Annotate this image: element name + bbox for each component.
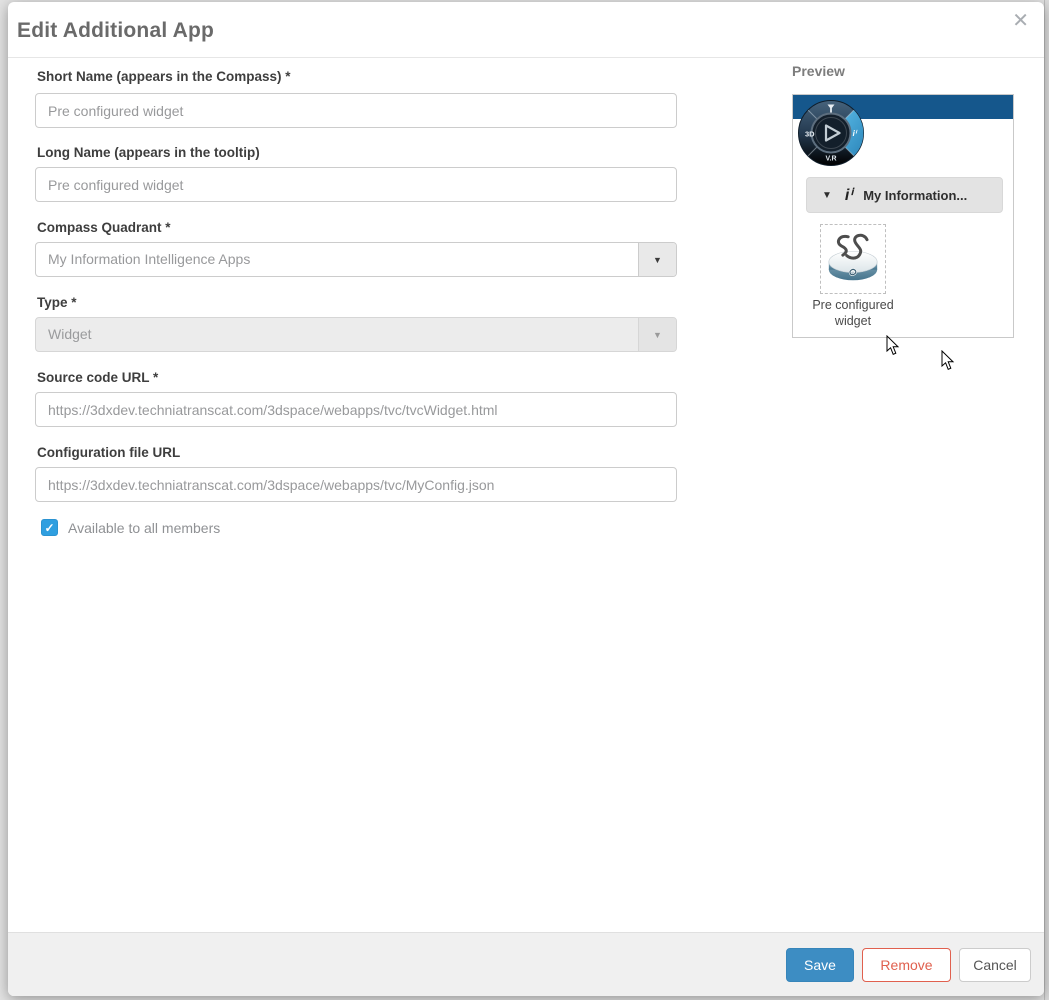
preview-title: Preview	[792, 63, 845, 79]
compass-quadrant-label: Compass Quadrant *	[37, 220, 171, 235]
source-code-url-input[interactable]	[35, 392, 677, 427]
chevron-down-icon: ▼	[822, 190, 832, 201]
information-intelligence-icon: iⁱ	[845, 185, 852, 205]
dialog-footer: Save Remove Cancel	[8, 932, 1044, 996]
type-select: Widget ▼	[35, 317, 677, 352]
long-name-label: Long Name (appears in the tooltip)	[37, 145, 260, 160]
type-label: Type *	[37, 295, 77, 310]
quadrant-dropdown-button[interactable]: ▼ iⁱ My Information...	[806, 177, 1003, 213]
available-to-all-members-label: Available to all members	[68, 520, 220, 536]
compass-quadrant-value: My Information Intelligence Apps	[36, 243, 638, 276]
configuration-file-url-label: Configuration file URL	[37, 445, 180, 460]
save-button[interactable]: Save	[786, 948, 854, 982]
mouse-cursor-icon	[941, 350, 955, 371]
mouse-cursor-icon	[886, 335, 900, 356]
widget-preview-slot[interactable]	[820, 224, 886, 294]
preview-panel: 3D V.R iⁱ ▼ iⁱ My Information...	[792, 94, 1014, 338]
compass-quadrant-select[interactable]: My Information Intelligence Apps ▼	[35, 242, 677, 277]
edit-additional-app-dialog: Edit Additional App ✕ Short Name (appear…	[8, 2, 1044, 996]
chevron-down-icon: ▼	[638, 318, 676, 351]
compass-west-label: 3D	[805, 130, 815, 139]
cancel-button[interactable]: Cancel	[959, 948, 1031, 982]
3dexperience-compass-icon: 3D V.R iⁱ	[798, 100, 864, 166]
source-code-url-label: Source code URL *	[37, 370, 158, 385]
type-value: Widget	[36, 318, 638, 351]
short-name-input[interactable]	[35, 93, 677, 128]
configuration-file-url-input[interactable]	[35, 467, 677, 502]
remove-button[interactable]: Remove	[862, 948, 951, 982]
dialog-title: Edit Additional App	[17, 19, 214, 43]
available-to-all-members-checkbox[interactable]: ✓	[41, 519, 58, 536]
close-icon[interactable]: ✕	[1012, 11, 1029, 31]
page-background-edge	[1044, 0, 1049, 1000]
widget-caption: Pre configured widget	[793, 298, 913, 329]
long-name-input[interactable]	[35, 167, 677, 202]
compass-south-label: V.R	[825, 156, 836, 163]
chevron-down-icon[interactable]: ▼	[638, 243, 676, 276]
dialog-header: Edit Additional App ✕	[8, 2, 1044, 58]
quadrant-dropdown-label: My Information...	[863, 188, 967, 203]
short-name-label: Short Name (appears in the Compass) *	[37, 69, 291, 84]
dassault-ds-logo-icon	[824, 230, 882, 288]
